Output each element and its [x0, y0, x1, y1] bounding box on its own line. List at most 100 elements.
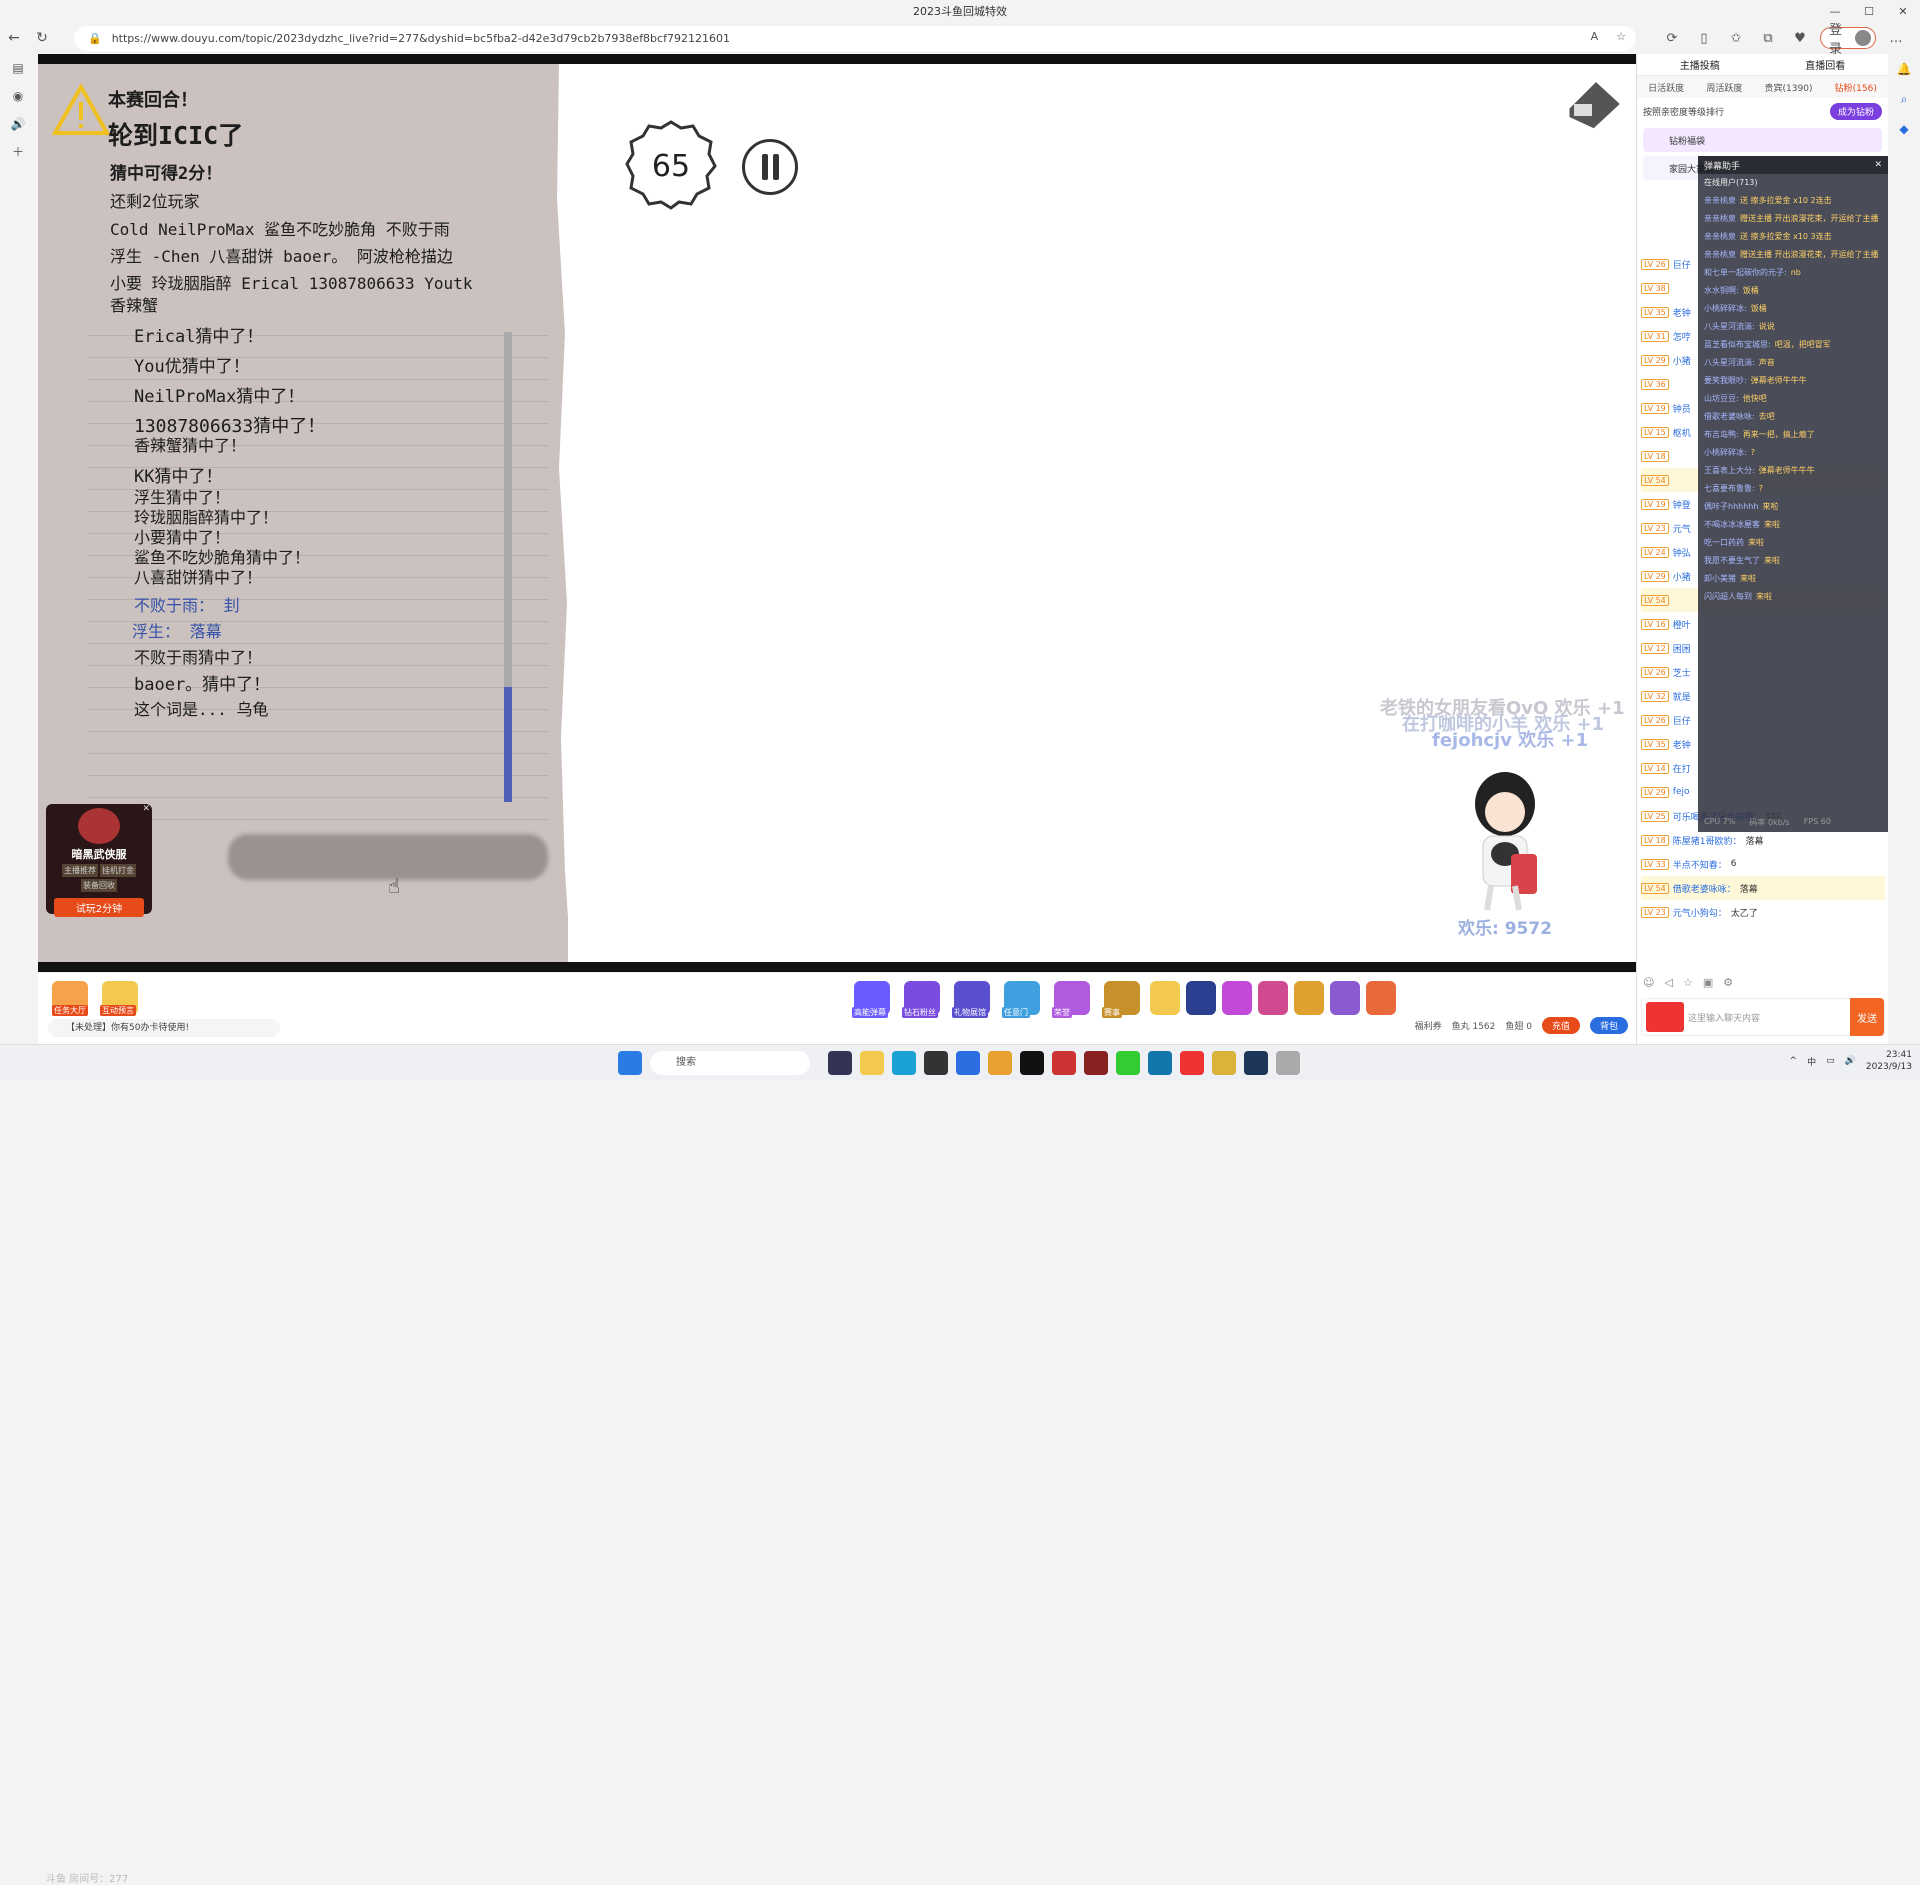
favorite-star-icon[interactable]: ☆ — [1616, 30, 1626, 43]
chat-nickname[interactable]: 陈屋猪1哥欧豹： — [1673, 834, 1742, 847]
gift-item-icon[interactable] — [1258, 981, 1288, 1015]
close-icon[interactable]: ✕ — [1886, 0, 1920, 22]
danmu-assistant-overlay[interactable]: 弹幕助手 ✕ 在线用户(713) 亲亲桃泉送 擦多拉爱金 x10 2连击 亲亲桃泉… — [1698, 156, 1888, 832]
notification-icon[interactable]: 🔔 — [1888, 54, 1920, 84]
chat-nickname[interactable]: 钟弘 — [1673, 546, 1691, 559]
benefits-label[interactable]: 福利券 — [1415, 1019, 1442, 1032]
douyu-tab-icon[interactable]: ◉ — [0, 82, 36, 110]
become-fan-button[interactable]: 成为钻粉 — [1829, 102, 1882, 120]
settings-icon[interactable]: ⚙ — [1723, 976, 1733, 989]
app-icon[interactable] — [1148, 1051, 1172, 1075]
performance-icon[interactable]: ♥ — [1788, 26, 1812, 50]
overlay-close-icon[interactable]: ✕ — [1874, 160, 1882, 170]
chat-nickname[interactable]: 小猪 — [1673, 570, 1691, 583]
edge-browser-icon[interactable] — [892, 1051, 916, 1075]
chat-nickname[interactable]: 芝士 — [1673, 666, 1691, 679]
chat-nickname[interactable]: 困困 — [1673, 642, 1691, 655]
url-field[interactable]: 🔒 https://www.douyu.com/topic/2023dydzhc… — [74, 26, 1636, 51]
app-icon[interactable] — [1212, 1051, 1236, 1075]
gift-item-icon[interactable] — [1366, 981, 1396, 1015]
log-scroll-thumb[interactable] — [504, 687, 512, 802]
barrage-icon[interactable]: ▣ — [1703, 976, 1713, 989]
chat-message-row[interactable]: LV 23 元气小狗勾： 太乙了 — [1641, 900, 1885, 924]
add-tab-icon[interactable]: ＋ — [0, 138, 36, 166]
app-icon[interactable] — [828, 1051, 852, 1075]
network-icon[interactable]: ▭ — [1826, 1056, 1835, 1066]
collections-icon[interactable]: ⧉ — [1756, 26, 1780, 50]
chat-nickname[interactable]: 怎哼 — [1673, 330, 1691, 343]
steam-icon[interactable] — [1244, 1051, 1268, 1075]
start-icon[interactable] — [618, 1051, 642, 1075]
chevron-up-icon[interactable]: ^ — [1790, 1056, 1798, 1066]
fan-row[interactable]: 钻粉福袋 — [1643, 128, 1882, 152]
chat-nickname[interactable]: 就是 — [1673, 690, 1691, 703]
tabs-icon[interactable]: ▤ — [0, 54, 36, 82]
gift-item-icon[interactable] — [1186, 981, 1216, 1015]
app-icon[interactable] — [988, 1051, 1012, 1075]
replay-link[interactable]: 直播回看 — [1805, 57, 1845, 72]
recharge-button[interactable]: 充值 — [1541, 1017, 1580, 1034]
search-icon[interactable]: ⌕ — [1888, 84, 1920, 114]
favorites-icon[interactable]: ✩ — [1724, 26, 1748, 50]
chat-nickname[interactable]: 枢机 — [1673, 426, 1691, 439]
ad-cta-button[interactable]: 试玩2分钟 — [54, 898, 144, 917]
wechat-icon[interactable] — [1116, 1051, 1140, 1075]
chat-nickname[interactable]: 巨仔 — [1673, 258, 1691, 271]
app-icon[interactable] — [956, 1051, 980, 1075]
coupon-notice[interactable]: 【未处理】你有50办卡待使用! — [48, 1019, 280, 1037]
chat-nickname[interactable]: 在打 — [1673, 762, 1691, 775]
clock[interactable]: 23:41 2023/9/13 — [1866, 1049, 1912, 1073]
tab-daily-active[interactable]: 日活跃度 — [1648, 81, 1684, 94]
chat-message-row[interactable]: LV 54 借歌老婆咏咏： 落幕 — [1641, 876, 1885, 900]
emoji-icon[interactable]: ☺ — [1643, 976, 1654, 989]
file-explorer-icon[interactable] — [860, 1051, 884, 1075]
tab-diamond-fans[interactable]: 钻粉(156) — [1835, 81, 1877, 94]
chat-nickname[interactable]: 元气 — [1673, 522, 1691, 535]
game-ad-card[interactable]: ✕ 暗黑武侠服 主播推荐 挂机打金 装备回收 试玩2分钟 — [46, 804, 152, 917]
chat-nickname[interactable]: 钟员 — [1673, 402, 1691, 415]
eraser-icon[interactable] — [1560, 74, 1626, 132]
ime-indicator[interactable]: 中 — [1807, 1055, 1816, 1068]
chat-nickname[interactable]: fejo — [1673, 787, 1690, 797]
maximize-icon[interactable]: ☐ — [1852, 0, 1886, 22]
gift-item-icon[interactable] — [1330, 981, 1360, 1015]
send-button[interactable]: 发送 — [1850, 998, 1884, 1036]
login-button[interactable]: 登录 — [1820, 23, 1876, 57]
streamer-submit-link[interactable]: 主播投稿 — [1680, 57, 1720, 72]
extensions-icon[interactable]: ⟳ — [1660, 26, 1684, 50]
chat-nickname[interactable]: 小猪 — [1673, 354, 1691, 367]
app-icon[interactable] — [1276, 1051, 1300, 1075]
app-icon[interactable] — [1180, 1051, 1204, 1075]
broadcast-icon[interactable]: ◁ — [1664, 976, 1672, 989]
video-player[interactable]: 本赛回合！ 轮到ICIC了 猜中可得2分！ 还剩2位玩家 Cold NeilPr… — [38, 54, 1636, 1885]
more-icon[interactable]: … — [1884, 26, 1908, 50]
tab-vip[interactable]: 贵宾(1390) — [1765, 81, 1813, 94]
fans-icon[interactable]: ☆ — [1683, 976, 1693, 989]
chat-input[interactable]: 这里输入聊天内容 — [1688, 1011, 1850, 1024]
backpack-button[interactable]: 背包 — [1589, 1017, 1628, 1034]
tab-weekly-active[interactable]: 周活跃度 — [1706, 81, 1742, 94]
log-scrollbar[interactable] — [504, 332, 512, 802]
gift-item-icon[interactable] — [1294, 981, 1324, 1015]
app-icon[interactable] — [924, 1051, 948, 1075]
app-icon[interactable] — [1052, 1051, 1076, 1075]
gift-item-icon[interactable] — [1222, 981, 1252, 1015]
pause-button[interactable] — [742, 139, 798, 195]
speaker-icon[interactable]: 🔊 — [0, 110, 36, 138]
chat-nickname[interactable]: 老钟 — [1673, 306, 1691, 319]
chat-nickname[interactable]: 橙叶 — [1673, 618, 1691, 631]
chat-nickname[interactable]: 半点不知春： — [1673, 858, 1727, 871]
ad-close-icon[interactable]: ✕ — [142, 804, 150, 814]
back-icon[interactable]: ← — [0, 24, 28, 52]
read-aloud-icon[interactable]: A — [1591, 30, 1599, 43]
gift-item-icon[interactable] — [1150, 981, 1180, 1015]
taskbar-search[interactable]: 搜索 — [650, 1051, 810, 1075]
volume-icon[interactable]: 🔊 — [1845, 1056, 1856, 1066]
split-screen-icon[interactable]: ▯ — [1692, 26, 1716, 50]
chat-nickname[interactable]: 巨仔 — [1673, 714, 1691, 727]
tag-icon[interactable]: ◆ — [1888, 114, 1920, 144]
chat-message-row[interactable]: LV 33 半点不知春： 6 — [1641, 852, 1885, 876]
refresh-icon[interactable]: ↻ — [28, 24, 56, 52]
chat-nickname[interactable]: 元气小狗勾： — [1673, 906, 1727, 919]
chat-nickname[interactable]: 借歌老婆咏咏： — [1673, 882, 1736, 895]
